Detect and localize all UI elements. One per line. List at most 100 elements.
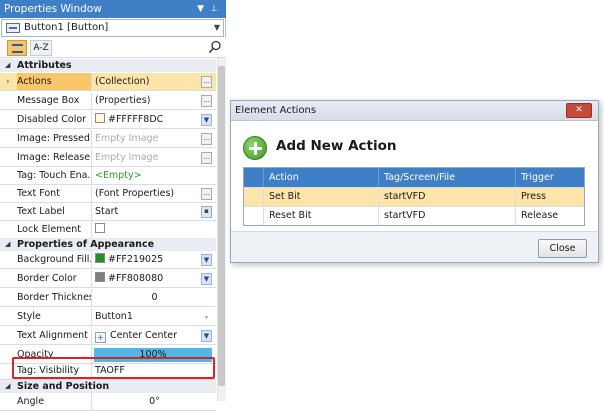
text-editor-button[interactable]: ▪ xyxy=(201,206,212,218)
column-header-action[interactable]: Action xyxy=(264,168,379,187)
color-swatch xyxy=(95,113,105,123)
collapse-triangle-icon[interactable]: ◢ xyxy=(5,59,10,72)
add-icon[interactable] xyxy=(243,136,267,160)
properties-window-title-bar: Properties Window ▼ ⊥ xyxy=(0,0,226,18)
align-center-icon: + xyxy=(95,332,106,343)
chevron-down-icon[interactable]: ▼ xyxy=(201,273,212,285)
chevron-down-icon[interactable]: ▼ xyxy=(201,330,212,342)
search-icon[interactable] xyxy=(208,40,222,54)
property-row-disabled-color[interactable]: Disabled Color #FFFFF8DC ▼ xyxy=(0,111,216,130)
property-row-background-fill[interactable]: Background Fill... #FF219025 ▼ xyxy=(0,251,216,270)
cell-tag: startVFD xyxy=(379,207,516,225)
chevron-down-icon[interactable]: ⌄ xyxy=(201,311,212,323)
property-row-image-released[interactable]: Image: Release... Empty Image … xyxy=(0,149,216,168)
property-name: Image: Pressed... xyxy=(17,130,92,148)
property-row-border-color[interactable]: Border Color #FF808080 ▼ xyxy=(0,270,216,289)
property-name: Tag: Touch Ena... xyxy=(17,167,92,185)
cell-action: Set Bit xyxy=(264,188,379,206)
row-marker xyxy=(244,188,264,206)
ellipsis-button[interactable]: … xyxy=(201,152,212,164)
property-value-cell xyxy=(93,221,216,238)
cell-trigger: Press xyxy=(521,191,547,202)
categorized-view-button[interactable] xyxy=(7,40,27,56)
property-value: Center Center xyxy=(110,330,177,341)
property-name: Text Label xyxy=(17,203,92,221)
property-name: Angle xyxy=(17,393,92,411)
property-name: Text Font xyxy=(17,185,92,203)
scrollbar-thumb[interactable] xyxy=(218,66,225,386)
property-value-cell: #FFFFF8DC xyxy=(93,111,216,128)
actions-table: Action Tag/Screen/File Trigger Set Bit s… xyxy=(243,167,585,226)
property-value: Button1 xyxy=(95,311,133,322)
property-row-text-label[interactable]: Text Label Start ▪ xyxy=(0,203,216,222)
ellipsis-button[interactable]: … xyxy=(201,95,212,107)
property-name: Disabled Color xyxy=(17,111,92,129)
property-value: Start xyxy=(95,206,119,217)
ellipsis-button[interactable]: … xyxy=(201,188,212,200)
property-name: Border Thickness xyxy=(17,289,92,307)
ellipsis-button[interactable]: … xyxy=(201,76,212,88)
section-appearance[interactable]: ◢ Properties of Appearance xyxy=(0,238,216,251)
property-row-actions[interactable]: › Actions (Collection) … xyxy=(0,73,216,92)
ellipsis-button[interactable]: … xyxy=(201,133,212,145)
categorized-icon xyxy=(12,44,23,53)
property-value[interactable]: 0° xyxy=(93,393,216,410)
collapse-triangle-icon[interactable]: ◢ xyxy=(5,238,10,251)
properties-window-title: Properties Window xyxy=(4,3,102,15)
property-name: Message Box xyxy=(17,92,92,110)
property-value: #FF808080 xyxy=(108,273,164,284)
property-row-angle[interactable]: Angle 0° xyxy=(0,393,216,411)
dialog-title-bar: Element Actions xyxy=(231,101,598,121)
close-icon[interactable]: ✕ xyxy=(566,103,592,118)
column-header-tag[interactable]: Tag/Screen/File xyxy=(379,168,516,187)
property-value: Empty Image xyxy=(95,133,159,144)
property-value: #FF219025 xyxy=(108,254,164,265)
object-selector[interactable]: Button1 [Button] ▼ xyxy=(1,19,224,37)
property-row-style[interactable]: Style Button1 ⌄ xyxy=(0,308,216,327)
property-value: (Properties) xyxy=(95,95,151,106)
property-name: Style xyxy=(17,308,92,326)
chevron-down-icon[interactable]: ▼ xyxy=(214,20,220,36)
dropdown-arrow-icon[interactable]: ▼ xyxy=(197,0,204,18)
table-header-row-marker xyxy=(244,168,264,187)
expand-chevron-icon[interactable]: › xyxy=(6,73,10,91)
alphabetical-sort-button[interactable]: A-Z xyxy=(30,40,52,56)
property-row-tag-touch[interactable]: Tag: Touch Ena... <Empty> xyxy=(0,167,216,186)
property-value: (Collection) xyxy=(95,76,150,87)
dialog-title: Element Actions xyxy=(235,105,317,116)
close-button[interactable]: Close xyxy=(538,239,587,258)
chevron-down-icon[interactable]: ▼ xyxy=(201,254,212,266)
property-value: #FFFFF8DC xyxy=(108,114,164,125)
property-row-message-box[interactable]: Message Box (Properties) … xyxy=(0,92,216,111)
color-swatch xyxy=(95,253,105,263)
property-name: Lock Element xyxy=(17,221,92,239)
section-size-position[interactable]: ◢ Size and Position xyxy=(0,380,216,393)
property-row-lock-element[interactable]: Lock Element xyxy=(0,221,216,240)
section-appearance-label: Properties of Appearance xyxy=(17,239,155,250)
cell-trigger: Release xyxy=(521,210,559,221)
button-object-icon xyxy=(6,23,20,33)
property-value[interactable]: 0 xyxy=(93,289,216,306)
property-name: Image: Release... xyxy=(17,149,92,167)
table-row[interactable]: Reset Bit startVFD Release xyxy=(244,206,584,225)
property-value: (Font Properties) xyxy=(95,188,175,199)
column-header-trigger[interactable]: Trigger xyxy=(516,168,584,187)
property-name: Actions xyxy=(17,73,92,91)
collapse-triangle-icon[interactable]: ◢ xyxy=(5,380,10,393)
color-swatch xyxy=(95,272,105,282)
lock-element-checkbox[interactable] xyxy=(95,223,105,233)
add-new-action-label[interactable]: Add New Action xyxy=(276,138,397,154)
object-selector-value: Button1 [Button] xyxy=(24,22,109,33)
table-row[interactable]: Set Bit startVFD Press xyxy=(244,187,584,206)
section-attributes[interactable]: ◢ Attributes xyxy=(0,59,216,72)
section-attributes-label: Attributes xyxy=(17,60,72,71)
property-row-text-alignment[interactable]: Text Alignment + Center Center ▼ xyxy=(0,327,216,346)
chevron-down-icon[interactable]: ▼ xyxy=(201,114,212,126)
property-row-text-font[interactable]: Text Font (Font Properties) … xyxy=(0,185,216,204)
property-name: Border Color xyxy=(17,270,92,288)
element-actions-dialog: Element Actions ✕ Add New Action Action … xyxy=(230,100,599,263)
property-row-border-thickness[interactable]: Border Thickness 0 xyxy=(0,289,216,308)
property-row-image-pressed[interactable]: Image: Pressed... Empty Image … xyxy=(0,130,216,149)
property-value-cell: #FF219025 xyxy=(93,251,216,268)
pin-icon[interactable]: ⊥ xyxy=(210,0,218,18)
